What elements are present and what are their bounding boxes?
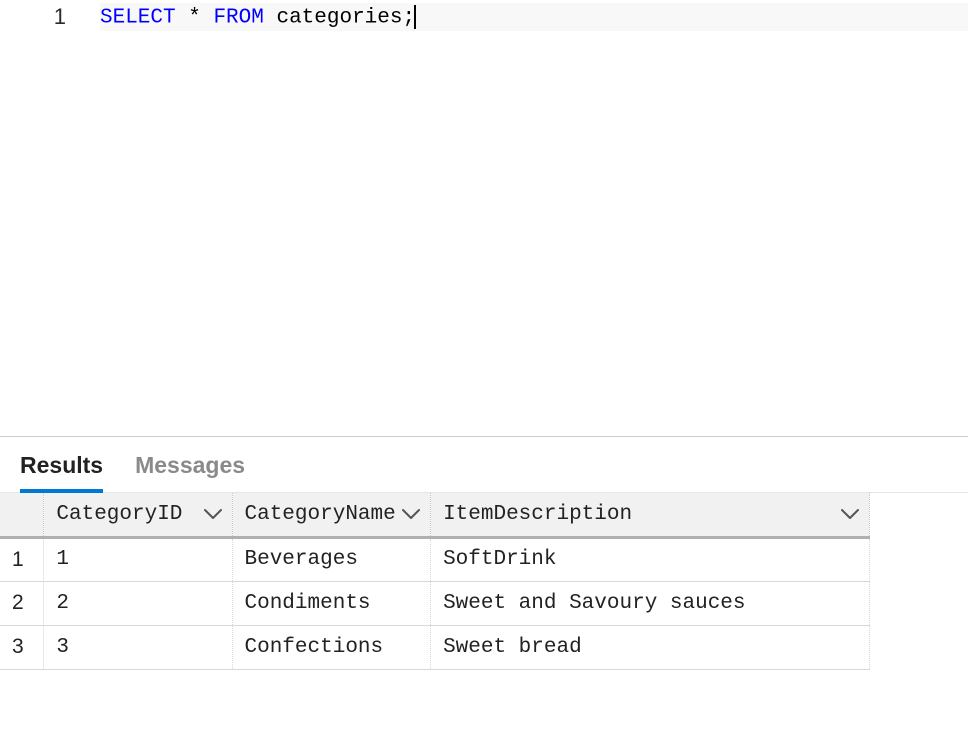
cell[interactable]: 1 bbox=[44, 537, 232, 581]
tab-messages[interactable]: Messages bbox=[135, 452, 245, 493]
cell[interactable]: SoftDrink bbox=[431, 537, 870, 581]
sql-rest: categories; bbox=[264, 6, 415, 29]
cell[interactable]: Sweet and Savoury sauces bbox=[431, 581, 870, 625]
sql-star: * bbox=[176, 6, 214, 29]
chevron-down-icon[interactable] bbox=[204, 508, 222, 520]
code-line[interactable]: 1 SELECT * FROM categories; bbox=[0, 0, 968, 34]
cell[interactable]: Condiments bbox=[232, 581, 431, 625]
row-number: 2 bbox=[0, 581, 44, 625]
row-number: 1 bbox=[0, 537, 44, 581]
table-row[interactable]: 2 2 Condiments Sweet and Savoury sauces bbox=[0, 581, 870, 625]
cell[interactable]: Confections bbox=[232, 625, 431, 669]
column-header[interactable]: CategoryName bbox=[232, 493, 431, 537]
chevron-down-icon[interactable] bbox=[841, 508, 859, 520]
header-row: CategoryID CategoryName ItemDescription bbox=[0, 493, 870, 537]
cell[interactable]: 2 bbox=[44, 581, 232, 625]
column-label: CategoryName bbox=[245, 503, 396, 526]
row-number-header bbox=[0, 493, 44, 537]
sql-keyword-select: SELECT bbox=[100, 6, 176, 29]
text-cursor bbox=[414, 5, 416, 29]
row-number: 3 bbox=[0, 625, 44, 669]
column-header[interactable]: CategoryID bbox=[44, 493, 232, 537]
cell[interactable]: Beverages bbox=[232, 537, 431, 581]
column-header[interactable]: ItemDescription bbox=[431, 493, 870, 537]
sql-editor[interactable]: 1 SELECT * FROM categories; bbox=[0, 0, 968, 436]
tab-results[interactable]: Results bbox=[20, 452, 103, 493]
cell[interactable]: Sweet bread bbox=[431, 625, 870, 669]
table-row[interactable]: 3 3 Confections Sweet bread bbox=[0, 625, 870, 669]
tabs-row: Results Messages bbox=[0, 451, 968, 493]
line-number: 1 bbox=[0, 4, 100, 30]
results-pane: Results Messages CategoryID CategoryName bbox=[0, 437, 968, 670]
results-grid[interactable]: CategoryID CategoryName ItemDescription bbox=[0, 493, 870, 670]
column-label: CategoryID bbox=[56, 503, 182, 526]
column-label: ItemDescription bbox=[443, 503, 632, 526]
chevron-down-icon[interactable] bbox=[402, 508, 420, 520]
sql-keyword-from: FROM bbox=[213, 6, 263, 29]
code-text[interactable]: SELECT * FROM categories; bbox=[100, 3, 968, 32]
table-row[interactable]: 1 1 Beverages SoftDrink bbox=[0, 537, 870, 581]
cell[interactable]: 3 bbox=[44, 625, 232, 669]
